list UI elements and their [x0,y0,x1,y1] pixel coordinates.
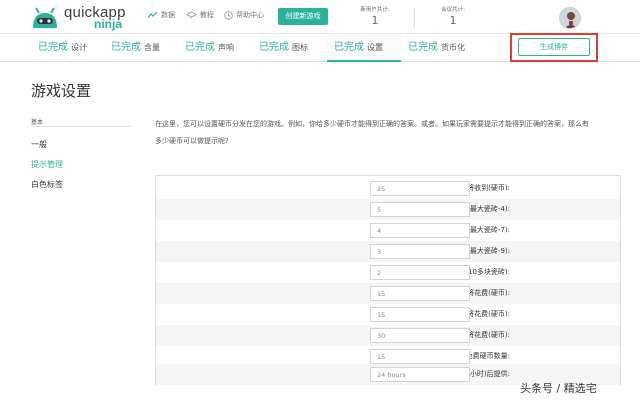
create-game-button[interactable]: 创建新游戏 [278,8,328,25]
tab-sound-label: 声响 [218,43,234,52]
stat-sessions-label: 会议共计: [441,7,465,13]
sidebar-divider [31,126,131,127]
tab-sound[interactable]: 已完成 声响 [185,34,251,62]
nav-tutorial[interactable]: 教程 [186,10,214,20]
tab-content-label: 含量 [144,43,160,52]
correct-answer-10plus-input[interactable] [370,265,470,280]
form-row: 为了得到正确的答案(打开了10多块瓷砖): [156,262,620,283]
page-title: 游戏设置 [31,82,92,100]
correct-answer-7-input[interactable] [370,223,470,238]
nav-help[interactable]: 帮助中心 [224,10,264,20]
correct-answer-9-input[interactable] [370,244,470,259]
form-row: 提示"解决问题"将花费(硬币): [156,325,620,346]
form-row: 正确答案(打开的最大瓷砖-7): [156,220,620,241]
form-row: 正确答案(打开最大瓷砖-9): [156,241,620,262]
tab-monetization[interactable]: 已完成 货币化 [408,34,488,62]
graduation-cap-icon [186,11,197,19]
nav-data[interactable]: 数据 [148,10,175,20]
stat-new-users-value: 1 [371,14,379,27]
chart-icon [148,11,158,19]
hint-reveal-letter-input[interactable] [370,286,470,301]
tab-content-status: 已完成 [111,42,141,53]
share-free-coins-input[interactable] [370,349,470,364]
sidebar-heading: 基本 [31,119,44,126]
tab-content[interactable]: 已完成 含量 [111,34,177,62]
sidebar-item-white-label[interactable]: 白色标签 [31,179,63,190]
correct-answer-4-input[interactable] [370,202,470,217]
settings-description: 在这里，您可以设置硬币分发在您的游戏。例如，你给多少硬币才能得到正确的答案。或者… [155,120,589,145]
stat-divider [414,8,415,28]
stat-sessions: 会议共计: 1 [422,5,484,27]
clock-icon [224,10,233,20]
tab-monetization-status: 已完成 [408,42,438,53]
logo-text-ninja: ninja [94,17,123,31]
stat-sessions-value: 1 [449,14,457,27]
tab-design-status: 已完成 [38,42,68,53]
coin-settings-form: 新用户将收到(硬币): 正确答案(打开最大瓷砖-4): 正确答案(打开的最大瓷砖… [155,175,621,385]
form-row: 提示"揭露一封信"将花费(硬币): [156,283,620,304]
nav-data-label: 数据 [161,11,175,19]
new-user-coins-input[interactable] [370,181,470,196]
logo[interactable]: quickapp ninja [30,4,142,32]
hint-remove-letters-input[interactable] [370,307,470,322]
generate-game-button[interactable]: 生成博弈 [518,38,590,56]
top-bar: quickapp ninja 数据 教程 帮助中心 创建新游戏 新用户共计: 1… [0,0,640,34]
watermark: 头条号 / 精选宅 [520,382,597,395]
nav-tutorial-label: 教程 [200,11,214,19]
form-row: 提示"删除字母"将花费(硬币): [156,304,620,325]
tab-icon-label: 图标 [292,43,308,52]
tab-settings-label: 设置 [367,43,383,52]
stat-new-users-label: 新用户共计: [360,7,390,13]
sidebar-item-general[interactable]: 一般 [31,139,47,150]
tab-sound-status: 已完成 [185,42,215,53]
form-row: 新用户将收到(硬币): [156,178,620,199]
sidebar-item-hint-management[interactable]: 提示管理 [31,159,63,170]
form-row: 正确答案(打开最大瓷砖-4): [156,199,620,220]
tab-design[interactable]: 已完成 设计 [38,34,102,62]
robot-logo-icon [33,7,57,28]
tab-settings-status: 已完成 [334,42,364,53]
tab-icon-status: 已完成 [259,42,289,53]
nav-help-label: 帮助中心 [236,11,264,19]
share-cooldown-input[interactable] [370,367,470,382]
tab-monetization-label: 货币化 [441,43,465,52]
tab-design-label: 设计 [71,43,87,52]
hint-solve-input[interactable] [370,328,470,343]
tab-settings[interactable]: 已完成 设置 [327,34,401,62]
stat-new-users: 新用户共计: 1 [344,5,406,27]
user-avatar-icon [560,8,580,28]
avatar[interactable] [559,7,581,29]
tab-icon[interactable]: 已完成 图标 [259,34,325,62]
